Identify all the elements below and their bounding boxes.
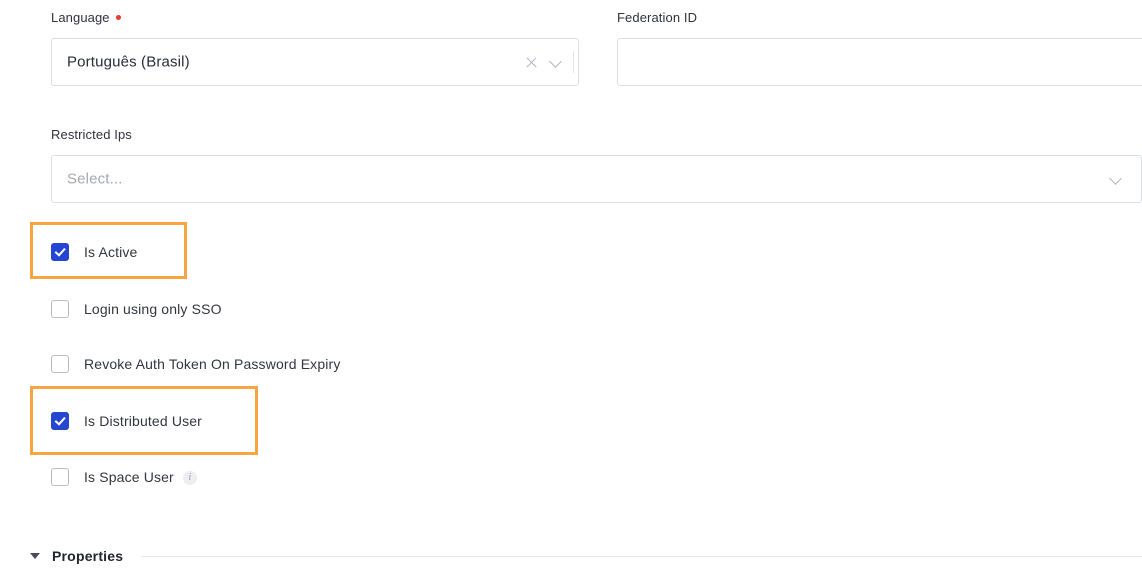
chevron-down-icon[interactable] [1110,173,1122,185]
checkbox-label-login-using-only-sso: Login using only SSO [84,301,222,317]
language-select-adornments [525,39,562,85]
federation-id-label: Federation ID [617,10,697,26]
checkbox-is-space-user[interactable] [51,468,69,486]
checkbox-label-revoke-auth-token-on-password-expiry: Revoke Auth Token On Password Expiry [84,356,341,372]
federation-id-label-text: Federation ID [617,10,698,25]
language-select-value: Português (Brasil) [67,53,190,71]
federation-id-input[interactable] [617,38,1142,86]
restricted-ips-adornments [1110,156,1122,202]
close-x-icon[interactable] [525,56,538,69]
checkbox-row-is-space-user[interactable]: Is Space User i [51,466,197,488]
checkbox-row-revoke-auth-token-on-password-expiry[interactable]: Revoke Auth Token On Password Expiry [51,353,341,375]
checkbox-label-is-space-user: Is Space User [84,469,174,485]
checkbox-row-is-distributed-user[interactable]: Is Distributed User [51,410,202,432]
properties-section-header[interactable]: Properties [30,548,1142,564]
checkbox-revoke-auth-token-on-password-expiry[interactable] [51,355,69,373]
language-label: Language [51,10,121,26]
checkbox-row-login-using-only-sso[interactable]: Login using only SSO [51,298,222,320]
checkbox-is-active[interactable] [51,243,69,261]
checkbox-is-distributed-user[interactable] [51,412,69,430]
select-divider [573,51,574,73]
language-label-text: Language [51,10,110,25]
checkbox-label-is-distributed-user: Is Distributed User [84,413,202,429]
properties-section-title: Properties [52,548,124,564]
info-icon[interactable]: i [182,470,197,485]
chevron-down-icon[interactable] [550,56,562,68]
restricted-ips-label-text: Restricted Ips [51,127,132,142]
restricted-ips-select[interactable]: Select... [51,155,1142,203]
section-divider [141,555,1142,557]
form-panel: Language Português (Brasil) Federation I… [0,0,1142,578]
checkbox-label-is-active: Is Active [84,244,138,260]
language-select[interactable]: Português (Brasil) [51,38,579,86]
checkbox-row-is-active[interactable]: Is Active [51,241,137,263]
restricted-ips-placeholder: Select... [67,170,123,188]
caret-down-icon[interactable] [30,553,40,559]
restricted-ips-label: Restricted Ips [51,127,132,143]
required-marker-icon [115,15,121,21]
checkbox-login-using-only-sso[interactable] [51,300,69,318]
